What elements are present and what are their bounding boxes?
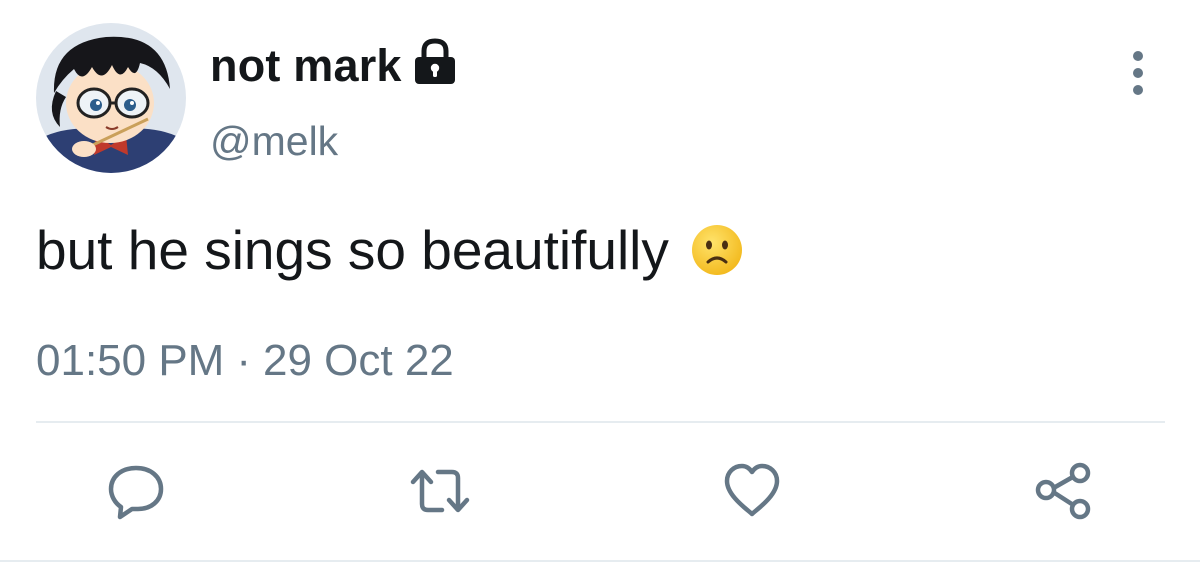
more-options-icon[interactable] bbox=[1118, 48, 1158, 98]
lock-icon bbox=[412, 38, 458, 86]
reply-button[interactable] bbox=[106, 462, 166, 520]
share-icon bbox=[1035, 462, 1091, 520]
reply-icon bbox=[108, 465, 164, 520]
avatar[interactable] bbox=[36, 23, 186, 173]
anime-avatar-image bbox=[36, 23, 186, 173]
slightly-frowning-face-icon bbox=[691, 224, 743, 276]
tweet-timestamp[interactable]: 01:50 PM · 29 Oct 22 bbox=[36, 336, 454, 386]
tweet-date: 29 Oct 22 bbox=[263, 336, 454, 385]
timestamp-separator: · bbox=[236, 336, 251, 385]
tweet-text: but he sings so beautifully bbox=[36, 219, 669, 281]
divider bbox=[36, 421, 1165, 423]
display-name-row[interactable]: not mark bbox=[210, 38, 458, 94]
heart-icon bbox=[724, 463, 780, 517]
display-name[interactable]: not mark bbox=[210, 40, 402, 92]
share-button[interactable] bbox=[1034, 462, 1094, 520]
bottom-divider bbox=[0, 560, 1200, 562]
user-handle[interactable]: @melk bbox=[210, 118, 338, 165]
retweet-icon bbox=[410, 469, 470, 513]
tweet-time: 01:50 PM bbox=[36, 336, 225, 385]
retweet-button[interactable] bbox=[408, 462, 470, 520]
tweet-card: not mark @melk but he sings so beautiful… bbox=[0, 0, 1200, 580]
like-button[interactable] bbox=[722, 462, 782, 520]
tweet-body: but he sings so beautifully bbox=[36, 218, 743, 282]
